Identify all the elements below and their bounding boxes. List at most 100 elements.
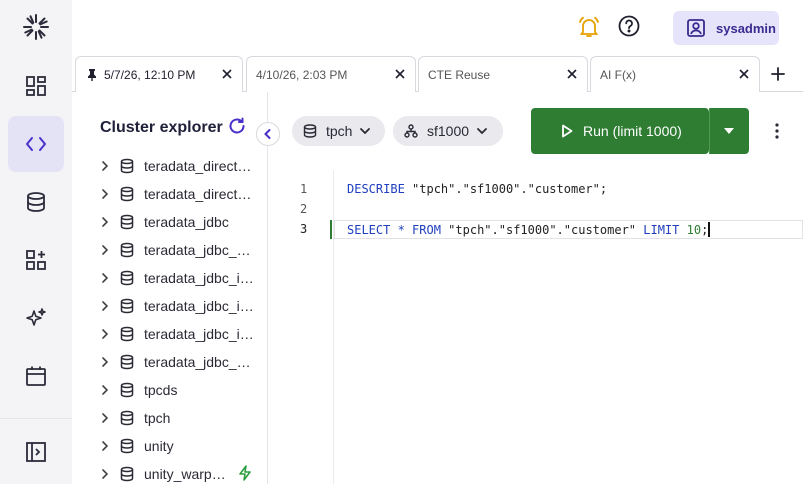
schedule-nav-button[interactable] bbox=[8, 348, 64, 404]
top-header: sysadmin bbox=[72, 0, 803, 56]
database-icon bbox=[120, 158, 134, 174]
keyword: FROM bbox=[412, 223, 441, 237]
chevron-right-icon[interactable] bbox=[99, 216, 111, 228]
catalog-value: tpch bbox=[326, 123, 353, 139]
more-options-icon[interactable] bbox=[775, 123, 779, 139]
ai-nav-button[interactable] bbox=[8, 290, 64, 346]
close-icon[interactable] bbox=[566, 68, 578, 80]
schema-tree-icon bbox=[404, 124, 418, 138]
run-options-button[interactable] bbox=[709, 108, 749, 154]
chevron-right-icon[interactable] bbox=[99, 468, 111, 480]
database-icon bbox=[303, 124, 317, 138]
catalog-name: teradata_jdbc_… bbox=[144, 354, 251, 370]
keyword: LIMIT bbox=[643, 223, 680, 237]
tab-label: CTE Reuse bbox=[428, 67, 491, 82]
apps-nav-button[interactable] bbox=[8, 232, 64, 288]
catalog-tree-item[interactable]: teradata_jdbc_… bbox=[72, 348, 268, 376]
database-icon bbox=[120, 242, 134, 258]
number-literal: 10 bbox=[679, 223, 702, 237]
chevron-right-icon[interactable] bbox=[99, 412, 111, 424]
catalog-tree-item[interactable]: teradata_jdbc bbox=[72, 208, 268, 236]
catalog-tree-item[interactable]: teradata_jdbc_i… bbox=[72, 320, 268, 348]
tab-query-3[interactable]: CTE Reuse bbox=[418, 56, 588, 92]
catalog-tree-item[interactable]: unity_warp… bbox=[72, 460, 268, 484]
left-rail bbox=[0, 0, 72, 484]
catalog-tree-item[interactable]: teradata_direct… bbox=[72, 152, 268, 180]
schema-select[interactable]: sf1000 bbox=[393, 116, 503, 146]
toggle-sidebar-button[interactable] bbox=[8, 424, 64, 480]
keyword: SELECT bbox=[347, 223, 391, 237]
database-icon bbox=[120, 410, 134, 426]
run-split-divider bbox=[709, 108, 710, 154]
pin-icon bbox=[88, 69, 96, 81]
query-editor-nav-button[interactable] bbox=[8, 116, 64, 172]
run-query-button[interactable]: Run (limit 1000) bbox=[531, 108, 709, 154]
explorer-title: Cluster explorer bbox=[100, 119, 223, 136]
sql-editor[interactable]: 1 2 3 DESCRIBE "tpch"."sf1000"."customer… bbox=[268, 170, 803, 484]
catalog-tree-item[interactable]: tpcds bbox=[72, 376, 268, 404]
data-nav-button[interactable] bbox=[8, 174, 64, 230]
catalog-tree-item[interactable]: teradata_jdbc_i… bbox=[72, 292, 268, 320]
add-tab-icon[interactable] bbox=[769, 65, 787, 83]
tab-query-2[interactable]: 4/10/26, 2:03 PM bbox=[246, 56, 416, 92]
tab-query-1[interactable]: 5/7/26, 12:10 PM bbox=[75, 56, 243, 93]
user-badge-icon bbox=[687, 19, 705, 37]
database-icon bbox=[120, 326, 134, 342]
chevron-right-icon[interactable] bbox=[99, 188, 111, 200]
changed-line-marker bbox=[330, 220, 332, 239]
lightning-icon bbox=[239, 465, 251, 481]
line-number: 1 bbox=[300, 182, 308, 196]
catalog-name: teradata_jdbc_… bbox=[144, 242, 251, 258]
chevron-right-icon[interactable] bbox=[99, 356, 111, 368]
keyword: DESCRIBE bbox=[347, 182, 405, 196]
close-icon[interactable] bbox=[738, 68, 750, 80]
chevron-right-icon[interactable] bbox=[99, 300, 111, 312]
chevron-right-icon[interactable] bbox=[99, 328, 111, 340]
chevron-right-icon[interactable] bbox=[99, 160, 111, 172]
line-number: 2 bbox=[300, 202, 308, 216]
catalog-tree-item[interactable]: teradata_jdbc_… bbox=[72, 236, 268, 264]
sidebar-toggle-icon bbox=[26, 442, 46, 462]
code-line-1[interactable]: DESCRIBE "tpch"."sf1000"."customer"; bbox=[347, 182, 607, 196]
run-main-action[interactable]: Run (limit 1000) bbox=[531, 108, 709, 154]
dashboard-nav-button[interactable] bbox=[8, 58, 64, 114]
help-button[interactable] bbox=[618, 15, 640, 42]
play-icon bbox=[562, 124, 573, 138]
database-icon bbox=[120, 354, 134, 370]
chevron-down-icon bbox=[477, 128, 487, 135]
chevron-right-icon[interactable] bbox=[99, 384, 111, 396]
database-icon bbox=[120, 382, 134, 398]
notifications-button[interactable] bbox=[577, 15, 601, 44]
collapse-explorer-button[interactable] bbox=[256, 122, 280, 146]
catalog-tree-item[interactable]: tpch bbox=[72, 404, 268, 432]
refresh-icon[interactable] bbox=[228, 117, 246, 135]
chevron-right-icon[interactable] bbox=[99, 440, 111, 452]
chevron-right-icon[interactable] bbox=[99, 244, 111, 256]
database-icon bbox=[27, 192, 45, 212]
tab-query-4[interactable]: AI F(x) bbox=[590, 56, 760, 92]
catalog-select[interactable]: tpch bbox=[292, 116, 385, 146]
code-line-3[interactable]: SELECT * FROM "tpch"."sf1000"."customer"… bbox=[347, 222, 711, 237]
user-menu-button[interactable]: sysadmin bbox=[673, 11, 779, 45]
user-name: sysadmin bbox=[716, 20, 776, 36]
catalog-tree-item[interactable]: unity bbox=[72, 432, 268, 460]
catalog-name: tpch bbox=[144, 410, 171, 426]
line-number-gutter: 1 2 3 bbox=[268, 170, 334, 484]
catalog-tree-item[interactable]: teradata_direct… bbox=[72, 180, 268, 208]
code-text: ; bbox=[701, 223, 709, 237]
close-icon[interactable] bbox=[394, 68, 406, 80]
catalog-name: teradata_jdbc_i… bbox=[144, 298, 254, 314]
app-logo-icon[interactable] bbox=[22, 13, 50, 41]
code-text: "tpch"."sf1000"."customer"; bbox=[404, 182, 608, 196]
tab-label: AI F(x) bbox=[600, 67, 636, 82]
catalog-name: teradata_jdbc bbox=[144, 214, 229, 230]
help-circle-icon bbox=[618, 15, 640, 37]
close-icon[interactable] bbox=[221, 68, 233, 80]
chevron-right-icon[interactable] bbox=[99, 272, 111, 284]
bell-alert-icon bbox=[579, 16, 599, 37]
database-icon bbox=[120, 270, 134, 286]
tab-label: 5/7/26, 12:10 PM bbox=[104, 68, 196, 82]
database-icon bbox=[120, 298, 134, 314]
catalog-tree-item[interactable]: teradata_jdbc_i… bbox=[72, 264, 268, 292]
database-icon bbox=[120, 214, 134, 230]
